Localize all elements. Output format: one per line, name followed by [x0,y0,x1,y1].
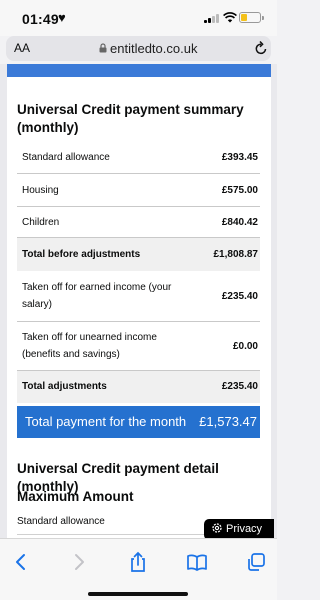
row-value: £235.40 [221,291,258,302]
row-label: Taken off for earned income (your salary… [22,282,172,310]
address-bar[interactable]: AA entitledto.co.uk [6,36,271,61]
battery-icon [239,12,264,23]
reload-icon[interactable] [254,40,268,56]
heart-icon: ♥ [58,10,66,25]
summary-title: Universal Credit payment summary (monthl… [17,102,244,135]
row-label: Total adjustments [22,381,107,392]
cellular-signal-icon [204,13,220,23]
row-label: Housing [22,185,59,196]
text-size-button[interactable]: AA [14,41,30,55]
tabs-icon[interactable] [245,551,267,573]
url-domain[interactable]: entitledto.co.uk [110,41,197,56]
subtotal-row: Total before adjustments £1,808.87 [17,238,260,271]
total-value: £1,573.47 [199,414,257,429]
lock-icon [99,43,107,53]
total-payment-bar: Total payment for the month £1,573.47 [17,406,260,438]
row-label: Standard allowance [22,152,110,163]
table-row: Housing £575.00 [17,174,260,207]
row-value: £0.00 [232,341,258,352]
back-icon[interactable] [10,551,32,573]
share-icon[interactable] [127,551,149,573]
home-indicator [88,592,188,596]
row-value: £393.45 [221,152,258,163]
gear-icon [212,523,222,533]
row-value: £235.40 [221,381,258,392]
results-card: Universal Credit payment summary (monthl… [7,64,271,538]
browser-toolbar [0,538,277,600]
wifi-icon [223,12,237,23]
row-label: Children [22,217,60,228]
row-value: £575.00 [221,185,258,196]
row-value: £1,808.87 [213,249,259,260]
row-value: £840.42 [221,217,258,228]
privacy-button[interactable]: Privacy [204,519,274,540]
forward-icon[interactable] [68,551,90,573]
subtotal-row: Total adjustments £235.40 [17,371,260,403]
clock: 01:49 [22,11,59,27]
total-label: Total payment for the month [25,414,187,429]
row-label: Taken off for unearned income (benefits … [22,332,157,360]
table-row: Children £840.42 [17,207,260,238]
section-title: Maximum Amount [17,489,134,504]
row-label: Total before adjustments [22,249,141,260]
bookmarks-icon[interactable] [186,551,208,573]
privacy-label: Privacy [226,523,263,535]
table-row: Taken off for earned income (your salary… [17,271,260,322]
detail-row-label: Standard allowance [17,516,105,527]
table-row: Standard allowance £393.45 [17,142,260,174]
table-row: Taken off for unearned income (benefits … [17,322,260,371]
status-bar: 01:49 ♥ [0,0,277,36]
header-band [7,64,271,77]
